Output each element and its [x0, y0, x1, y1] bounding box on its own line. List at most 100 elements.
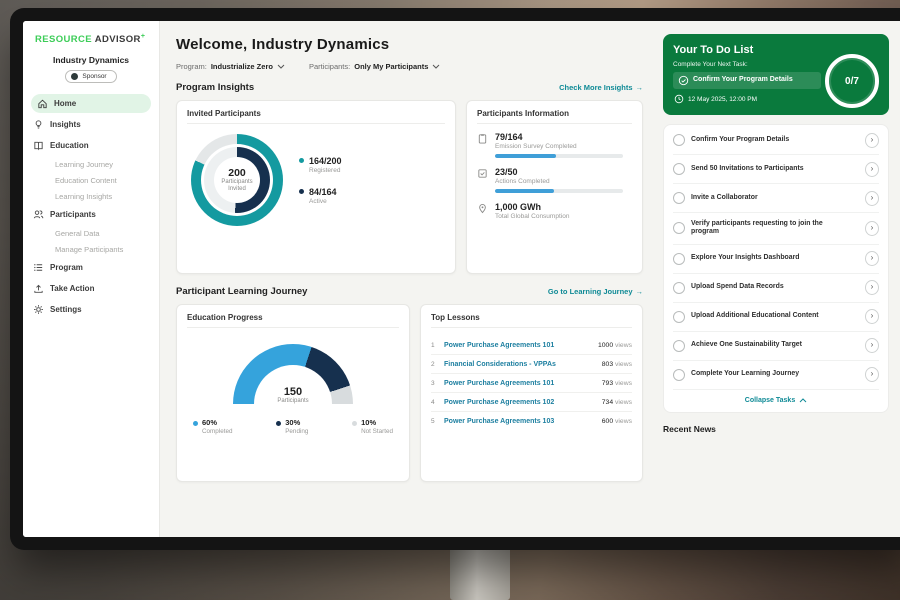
consumption-row: 1,000 GWh Total Global Consumption: [477, 202, 632, 220]
sidebar-item-home[interactable]: Home: [31, 94, 151, 113]
sidebar-item-label: Program: [50, 263, 83, 272]
sidebar-item-label: Settings: [50, 305, 82, 314]
home-icon: [37, 98, 48, 109]
chevron-up-icon: [799, 398, 807, 403]
sidebar-item-insights[interactable]: Insights: [23, 115, 159, 134]
program-dropdown-label: Program:: [176, 62, 207, 71]
legend-not-started: 10% Not Started: [352, 418, 393, 435]
program-dropdown[interactable]: Program: Industrialize Zero: [176, 62, 285, 71]
lesson-link[interactable]: Financial Considerations - VPPAs: [444, 361, 595, 368]
sidebar-item-education-content[interactable]: Education Content: [23, 172, 159, 188]
lesson-row[interactable]: 4 Power Purchase Agreements 102 734 view…: [431, 393, 632, 412]
sidebar-item-label: Education: [50, 141, 89, 150]
task-checkbox[interactable]: [673, 369, 685, 381]
task-chevron-button[interactable]: ›: [865, 221, 879, 236]
learning-journey-header: Participant Learning Journey Go to Learn…: [176, 286, 643, 297]
lesson-views: 803: [602, 361, 613, 368]
sidebar-nav: Home Insights Education Learning Journey: [23, 93, 159, 320]
program-dropdown-value: Industrialize Zero: [211, 62, 273, 71]
lesson-link[interactable]: Power Purchase Agreements 103: [444, 418, 595, 425]
task-chevron-button[interactable]: ›: [865, 280, 879, 295]
task-row[interactable]: Upload Spend Data Records ›: [673, 274, 879, 303]
task-checkbox[interactable]: [673, 282, 685, 294]
invited-total-label: Participants Invited: [216, 179, 258, 193]
task-checkbox[interactable]: [673, 163, 685, 175]
lesson-link[interactable]: Power Purchase Agreements 101: [444, 342, 591, 349]
task-chevron-button[interactable]: ›: [865, 162, 879, 177]
task-row[interactable]: Verify participants requesting to join t…: [673, 213, 879, 245]
todo-next-task[interactable]: Confirm Your Program Details: [673, 72, 821, 89]
chevron-right-icon: ›: [871, 312, 874, 320]
chevron-down-icon: [277, 64, 285, 69]
todo-summary-card: Your To Do List Complete Your Next Task:…: [663, 34, 889, 115]
task-chevron-button[interactable]: ›: [865, 338, 879, 353]
collapse-tasks-button[interactable]: Collapse Tasks: [673, 390, 879, 411]
sidebar-item-participants[interactable]: Participants: [23, 205, 159, 224]
card-title: Invited Participants: [187, 109, 445, 124]
task-checkbox[interactable]: [673, 192, 685, 204]
task-row[interactable]: Upload Additional Educational Content ›: [673, 303, 879, 332]
gear-icon: [33, 304, 44, 315]
sidebar-item-program[interactable]: Program: [23, 258, 159, 277]
top-lessons-card: Top Lessons 1 Power Purchase Agreements …: [420, 304, 643, 482]
sponsor-badge[interactable]: Sponsor: [65, 70, 116, 83]
lesson-link[interactable]: Power Purchase Agreements 101: [444, 380, 595, 387]
task-checkbox[interactable]: [673, 340, 685, 352]
lesson-views-label: views: [615, 380, 632, 387]
task-label: Achieve One Sustainability Target: [691, 341, 837, 350]
sidebar-item-learning-journey[interactable]: Learning Journey: [23, 156, 159, 172]
task-chevron-button[interactable]: ›: [865, 367, 879, 382]
actions-completed-row: 23/50 Actions Completed: [477, 167, 632, 193]
lesson-row[interactable]: 2 Financial Considerations - VPPAs 803 v…: [431, 355, 632, 374]
sidebar-item-manage-participants[interactable]: Manage Participants: [23, 241, 159, 257]
task-row[interactable]: Send 50 Invitations to Participants ›: [673, 155, 879, 184]
education-legend: 60% Completed 30% Pending 10% Not Starte…: [187, 418, 399, 435]
logo-plus: +: [141, 33, 146, 40]
task-checkbox[interactable]: [673, 222, 685, 234]
lesson-row[interactable]: 5 Power Purchase Agreements 103 600 view…: [431, 412, 632, 430]
actions-completed-value: 23/50: [495, 167, 623, 177]
task-row[interactable]: Invite a Collaborator ›: [673, 184, 879, 213]
collapse-tasks-label: Collapse Tasks: [745, 397, 795, 404]
task-checkbox[interactable]: [673, 253, 685, 265]
sidebar-item-general-data[interactable]: General Data: [23, 225, 159, 241]
task-row[interactable]: Explore Your Insights Dashboard ›: [673, 245, 879, 274]
sidebar-item-settings[interactable]: Settings: [23, 300, 159, 319]
task-chevron-button[interactable]: ›: [865, 191, 879, 206]
task-chevron-button[interactable]: ›: [865, 251, 879, 266]
task-checkbox[interactable]: [673, 134, 685, 146]
task-checkbox[interactable]: [673, 311, 685, 323]
lightbulb-icon: [33, 119, 44, 130]
task-row[interactable]: Confirm Your Program Details ›: [673, 126, 879, 155]
lesson-link[interactable]: Power Purchase Agreements 102: [444, 399, 595, 406]
task-chevron-button[interactable]: ›: [865, 133, 879, 148]
card-title: Top Lessons: [431, 313, 632, 328]
task-label: Upload Additional Educational Content: [691, 312, 837, 321]
task-row[interactable]: Achieve One Sustainability Target ›: [673, 332, 879, 361]
lesson-views-label: views: [615, 342, 632, 349]
list-icon: [33, 262, 44, 273]
emission-survey-label: Emission Survey Completed: [495, 143, 623, 150]
progress-fill: [495, 154, 556, 158]
lesson-row[interactable]: 3 Power Purchase Agreements 101 793 view…: [431, 374, 632, 393]
legend-active: 84/164 Active: [299, 187, 342, 205]
task-label: Send 50 Invitations to Participants: [691, 165, 837, 174]
go-to-learning-journey-link[interactable]: Go to Learning Journey →: [548, 287, 643, 296]
task-row[interactable]: Complete Your Learning Journey ›: [673, 361, 879, 390]
sponsor-label: Sponsor: [82, 73, 106, 80]
task-chevron-button[interactable]: ›: [865, 309, 879, 324]
sidebar-item-education[interactable]: Education: [23, 136, 159, 155]
lesson-row[interactable]: 1 Power Purchase Agreements 101 1000 vie…: [431, 336, 632, 355]
task-label: Upload Spend Data Records: [691, 283, 837, 292]
task-label: Verify participants requesting to join t…: [691, 220, 837, 238]
link-label: Check More Insights: [559, 83, 632, 92]
logo-advisor: ADVISOR: [95, 34, 141, 45]
sidebar-item-take-action[interactable]: Take Action: [23, 279, 159, 298]
lesson-views: 793: [602, 380, 613, 387]
participants-dropdown[interactable]: Participants: Only My Participants: [309, 62, 440, 71]
emission-survey-value: 79/164: [495, 132, 623, 142]
task-label: Confirm Your Program Details: [691, 136, 837, 145]
check-more-insights-link[interactable]: Check More Insights →: [559, 83, 643, 92]
monitor-bezel: RESOURCE ADVISOR+ Industry Dynamics Spon…: [10, 8, 900, 550]
sidebar-item-learning-insights[interactable]: Learning Insights: [23, 188, 159, 204]
